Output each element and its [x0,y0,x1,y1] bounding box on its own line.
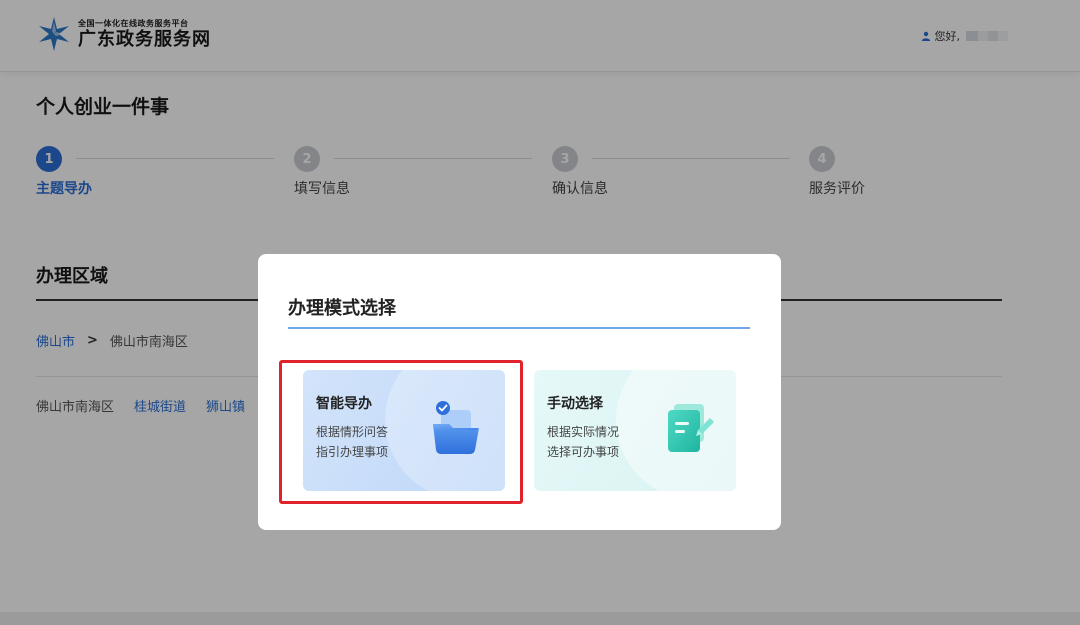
option-description: 根据实际情况 选择可办事项 [547,425,620,459]
dialog-title: 办理模式选择 [288,298,396,319]
dialog-title-underline [288,327,750,329]
document-pen-icon [668,404,714,452]
folder-check-icon [433,401,479,454]
option-title: 手动选择 [547,396,603,412]
smart-guide-option[interactable]: 智能导办 根据情形问答 指引办理事项 [303,370,505,491]
option-title: 智能导办 [316,396,372,412]
manual-select-option[interactable]: 手动选择 根据实际情况 选择可办事项 [534,370,736,491]
mode-selection-dialog: 办理模式选择 智能导办 根据情形问答 指引办理事项 手动选择 根据实际情况 选择… [258,254,781,530]
option-description: 根据情形问答 指引办理事项 [316,425,389,459]
